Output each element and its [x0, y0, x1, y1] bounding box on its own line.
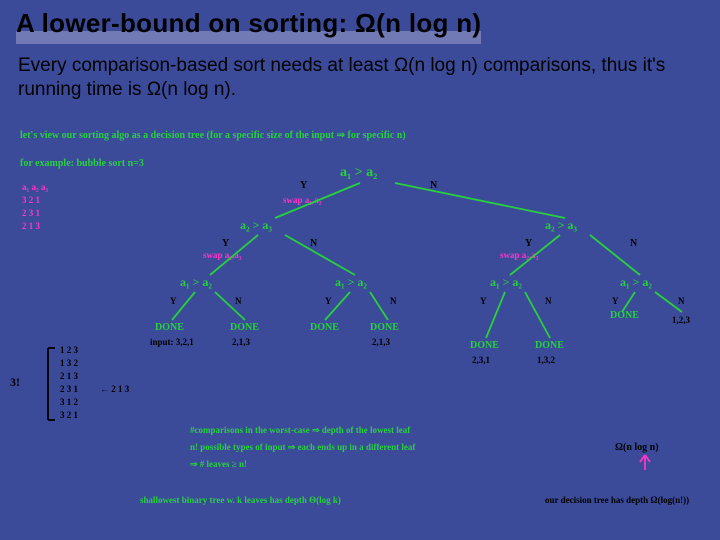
hand-perm5: 3 1 2: [60, 397, 78, 407]
slide-body: Every comparison-based sort needs at lea…: [0, 44, 720, 102]
swap-root: swap a₁,a₂: [283, 195, 321, 205]
leaf-d-val: 2,1,3: [372, 337, 390, 347]
leaf-done-a-in: input: 3,2,1: [150, 337, 194, 347]
note-cmp: #comparisons in the worst-case ⇒ depth o…: [190, 425, 410, 436]
title-area: A lower-bound on sorting: Ω(n log n): [0, 0, 720, 44]
lbl-y3a: Y: [170, 296, 177, 306]
leaf-done-g: DONE: [610, 310, 639, 321]
leaf-done-e: DONE: [470, 340, 499, 351]
hand-perm1: 1 2 3: [60, 345, 78, 355]
leaf-g-val: 1,2,3: [672, 315, 690, 325]
lbl-n3c: N: [545, 296, 552, 306]
node-l3-d: a₁ > a₂: [620, 275, 652, 290]
node-l3-c: a₁ > a₂: [490, 275, 522, 290]
leaf-done-c: DONE: [310, 322, 339, 333]
hand-perms-label: 3!: [10, 375, 20, 390]
hand-left-r3: 2 1 3: [22, 221, 40, 231]
hand-left-r1: 3 2 1: [22, 195, 40, 205]
hand-perm3: 2 1 3: [60, 371, 78, 381]
hand-perm2: 1 3 2: [60, 358, 78, 368]
node-root: a₁ > a₂: [340, 165, 377, 181]
lbl-y1: Y: [300, 180, 307, 191]
note-shallow: shallowest binary tree w. k leaves has d…: [140, 495, 341, 505]
hand-omega: Ω(n log n): [615, 442, 659, 453]
lbl-y3d: Y: [612, 296, 619, 306]
hand-example-label: for example: bubble sort n=3: [20, 158, 144, 169]
hand-perm6: 3 2 1: [60, 410, 78, 420]
note-leaves: ⇒ # leaves ≥ n!: [190, 459, 247, 470]
note-types: n! possible types of input ⇒ each ends u…: [190, 442, 415, 453]
lbl-n1: N: [430, 180, 437, 191]
hand-perm-note: ← 2 1 3: [100, 384, 129, 394]
hand-intro: let's view our sorting algo as a decisio…: [20, 130, 406, 141]
leaf-done-b: DONE: [230, 322, 259, 333]
note-ourtree: our decision tree has depth Ω(log(n!)): [545, 495, 689, 505]
node-l2-right: a₂ > a₃: [545, 218, 577, 233]
lbl-n3d: N: [678, 296, 685, 306]
node-l3-a: a₁ > a₂: [180, 275, 212, 290]
lbl-n2b: N: [630, 238, 637, 249]
hand-left-r2: 2 3 1: [22, 208, 40, 218]
leaf-f-val: 1,3,2: [537, 355, 555, 365]
node-l3-b: a₁ > a₂: [335, 275, 367, 290]
lbl-n3a: N: [235, 296, 242, 306]
leaf-e-val: 2,3,1: [472, 355, 490, 365]
lbl-y3b: Y: [325, 296, 332, 306]
lbl-n3b: N: [390, 296, 397, 306]
hand-left-header: a₁ a₂ a₃: [22, 182, 48, 192]
leaf-b-val: 2,1,3: [232, 337, 250, 347]
swap-l2a: swap a₂,a₃: [203, 250, 241, 260]
swap-l2b: swap a₂,a₃: [500, 250, 538, 260]
slide: A lower-bound on sorting: Ω(n log n) Eve…: [0, 0, 720, 540]
lbl-n2a: N: [310, 238, 317, 249]
node-l2-left: a₂ > a₃: [240, 218, 272, 233]
lbl-y2b: Y: [525, 238, 532, 249]
leaf-done-d: DONE: [370, 322, 399, 333]
hand-perm4: 2 3 1: [60, 384, 78, 394]
leaf-done-f: DONE: [535, 340, 564, 351]
lbl-y3c: Y: [480, 296, 487, 306]
leaf-done-a: DONE: [155, 322, 184, 333]
lbl-y2a: Y: [222, 238, 229, 249]
slide-title: A lower-bound on sorting: Ω(n log n): [16, 8, 481, 44]
